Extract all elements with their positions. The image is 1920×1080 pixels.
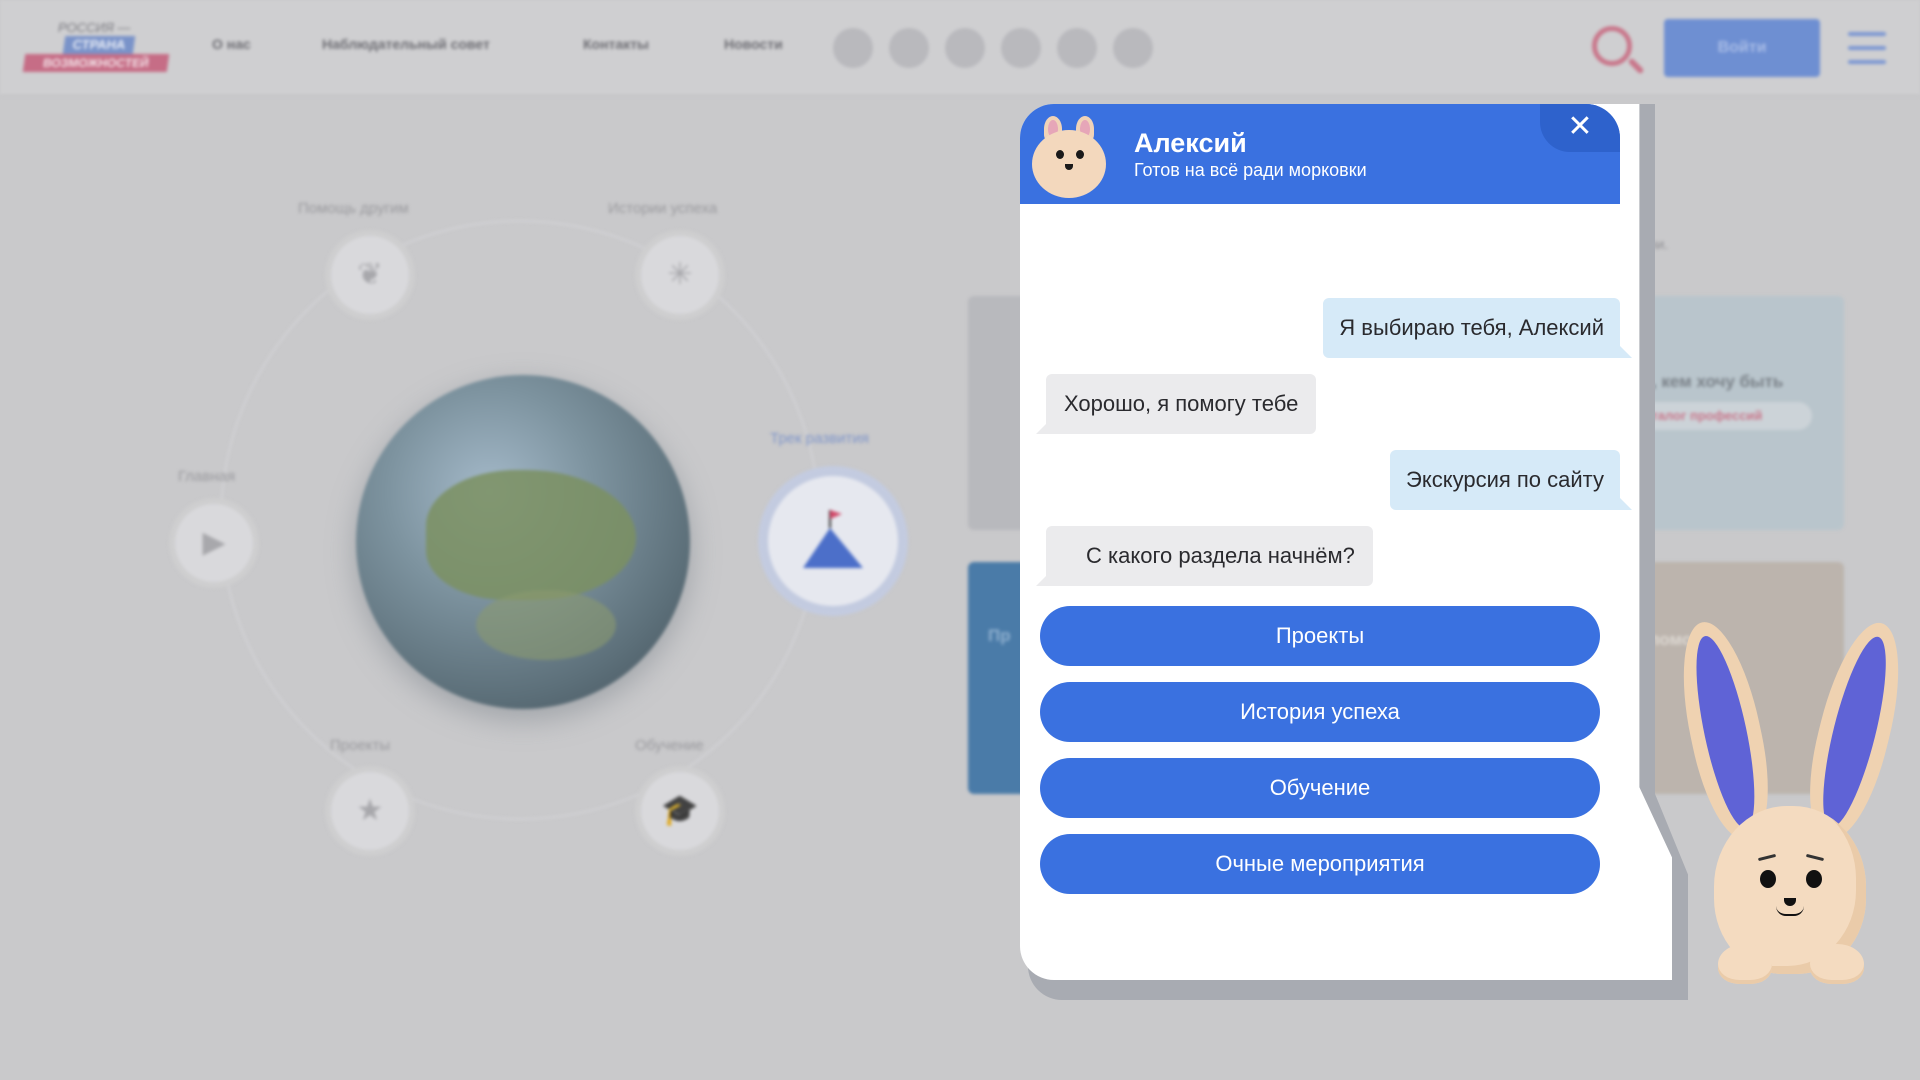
track-node[interactable] <box>768 476 898 606</box>
stories-node[interactable]: ✳ <box>641 236 719 314</box>
leaf-icon: ❦ <box>357 258 383 291</box>
chat-header: Алексий Готов на всё ради морковки ✕ <box>1020 104 1620 204</box>
main-node[interactable]: ▶ <box>175 504 253 582</box>
chat-window: Алексий Готов на всё ради морковки ✕ Я в… <box>1020 104 1672 980</box>
option-events-button[interactable]: Очные мероприятия <box>1040 834 1600 894</box>
close-button[interactable]: ✕ <box>1540 104 1620 152</box>
login-button[interactable]: Войти <box>1664 19 1820 77</box>
projects-node[interactable]: ★ <box>331 772 409 850</box>
node-label-projects: Проекты <box>330 737 391 754</box>
youtube-icon[interactable] <box>1113 28 1153 68</box>
user-message: Экскурсия по сайту <box>1390 450 1632 510</box>
sparkle-icon: ✳ <box>667 258 693 291</box>
bot-message: Хорошо, я помогу тебе <box>1035 374 1317 434</box>
nav-link-contacts[interactable]: Контакты <box>583 36 649 52</box>
nav-link-news[interactable]: Новости <box>724 36 783 52</box>
top-navbar: РОССИЯ — СТРАНА ВОЗМОЖНОСТЕЙ О нас Наблю… <box>0 0 1920 96</box>
logo-line-2: СТРАНА <box>62 36 136 54</box>
vk-icon[interactable] <box>833 28 873 68</box>
education-node[interactable]: 🎓 <box>641 772 719 850</box>
node-label-main: Главная <box>178 468 236 485</box>
projects-card-title: Пр <box>988 626 1011 645</box>
odnoklassniki-icon[interactable] <box>889 28 929 68</box>
bot-message: С какого раздела начнём? <box>1036 526 1373 586</box>
facebook-icon[interactable] <box>1001 28 1041 68</box>
bot-avatar <box>1032 116 1106 200</box>
user-message: Я выбираю тебя, Алексий <box>1323 298 1632 358</box>
star-icon: ★ <box>356 794 384 827</box>
rabbit-mascot[interactable] <box>1667 614 1916 984</box>
bot-name: Алексий <box>1134 128 1247 158</box>
nav-link-about[interactable]: О нас <box>212 36 251 52</box>
logo-line-1: РОССИЯ — <box>58 20 131 35</box>
node-label-stories: Истории успеха <box>608 200 718 217</box>
site-logo[interactable]: РОССИЯ — СТРАНА ВОЗМОЖНОСТЕЙ <box>22 20 170 76</box>
bot-status: Готов на всё ради морковки <box>1134 160 1367 180</box>
help-node[interactable]: ❦ <box>331 236 409 314</box>
mountain-flag-icon <box>803 510 863 568</box>
option-projects-button[interactable]: Проекты <box>1040 606 1600 666</box>
node-label-help: Помощь другим <box>298 200 409 217</box>
play-icon: ▶ <box>202 526 226 559</box>
hamburger-menu-icon[interactable] <box>1848 32 1886 64</box>
globe-image <box>356 375 690 709</box>
telegram-icon[interactable] <box>1057 28 1097 68</box>
search-icon[interactable] <box>1592 26 1632 66</box>
option-success-stories-button[interactable]: История успеха <box>1040 682 1600 742</box>
option-education-button[interactable]: Обучение <box>1040 758 1600 818</box>
nav-link-board[interactable]: Наблюдательный совет <box>322 36 490 52</box>
graduation-cap-icon: 🎓 <box>661 794 699 827</box>
logo-line-3: ВОЗМОЖНОСТЕЙ <box>22 54 170 72</box>
instagram-icon[interactable] <box>945 28 985 68</box>
close-icon: ✕ <box>1567 109 1593 144</box>
node-label-track: Трек развития <box>770 430 869 447</box>
node-label-education: Обучение <box>635 737 704 754</box>
